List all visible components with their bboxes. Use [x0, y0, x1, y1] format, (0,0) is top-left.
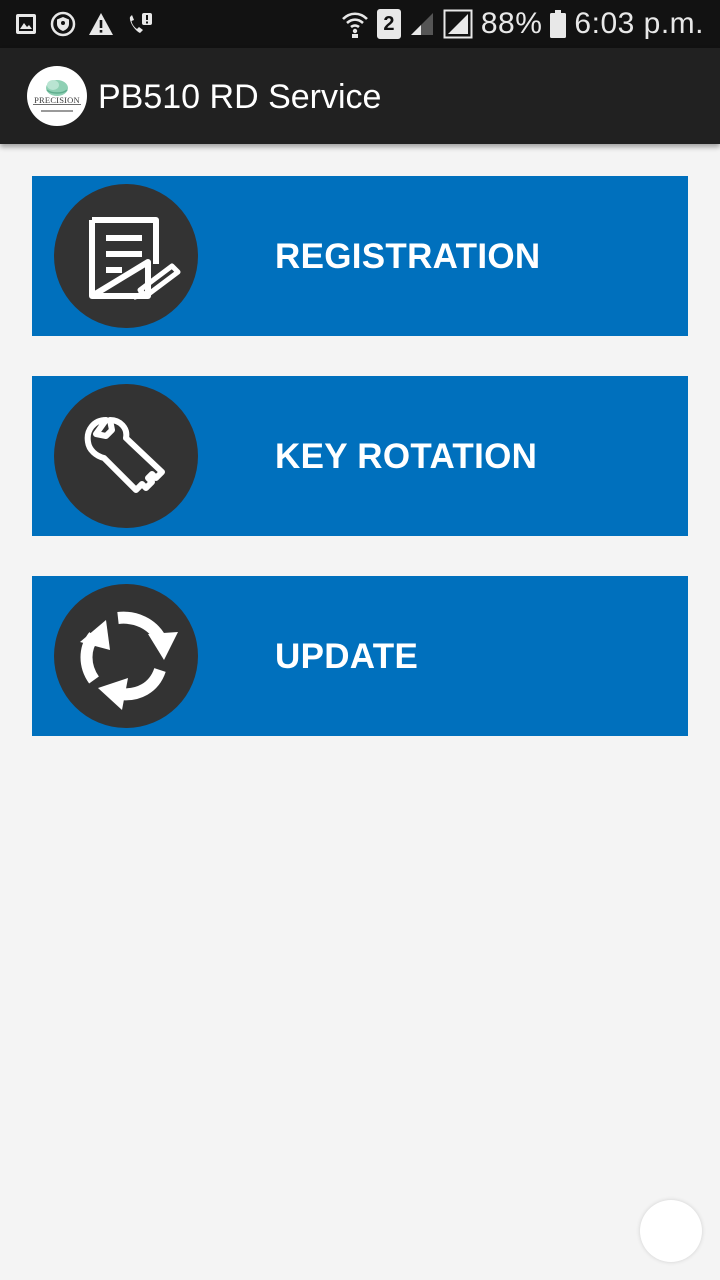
floating-circle-button[interactable]: [640, 1200, 702, 1262]
key-rotation-button[interactable]: KEY ROTATION: [32, 376, 688, 536]
registration-button[interactable]: REGISTRATION: [32, 176, 688, 336]
update-label: UPDATE: [275, 637, 419, 676]
wifi-call-icon: [129, 13, 152, 33]
app-logo: PRECISION: [27, 66, 87, 126]
key-rotation-icon-circle: [54, 384, 198, 528]
gallery-icon: [16, 14, 36, 34]
logo-text: PRECISION: [34, 95, 80, 105]
clock: 6:03 p.m.: [574, 7, 704, 40]
warning-icon: [89, 13, 113, 35]
app-bar: PRECISION PB510 RD Service: [0, 48, 720, 144]
update-icon-circle: [54, 584, 198, 728]
key-wrench-icon: [84, 417, 165, 493]
status-bar: 2 88% 6:03 p.m.: [0, 0, 720, 48]
battery-percent: 88%: [480, 7, 543, 40]
key-rotation-label: KEY ROTATION: [275, 437, 538, 476]
document-edit-icon: [89, 217, 181, 300]
registration-label: REGISTRATION: [275, 237, 541, 276]
signal-icon: [443, 9, 473, 39]
registration-icon-circle: [54, 184, 198, 328]
wifi-icon: [341, 12, 368, 38]
update-button[interactable]: UPDATE: [32, 576, 688, 736]
sim-slot-badge: 2: [376, 9, 401, 39]
refresh-arrows-icon: [80, 611, 178, 710]
shield-icon: [50, 11, 76, 37]
system-icons: 2 88% 6:03 p.m.: [341, 4, 704, 44]
signal-weak-icon: [410, 13, 433, 35]
app-title: PB510 RD Service: [98, 78, 382, 116]
battery-icon: [550, 10, 567, 38]
notification-icons: [14, 8, 154, 40]
